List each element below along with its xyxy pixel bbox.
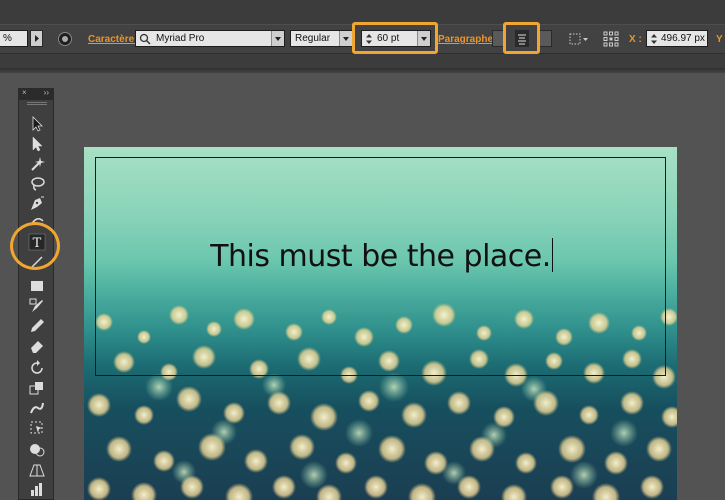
eraser-tool[interactable] (28, 337, 46, 355)
magic-wand-icon (31, 157, 45, 171)
transform-panel-button[interactable] (569, 32, 589, 46)
opacity-arrow-button[interactable] (30, 30, 43, 47)
reference-point-icon[interactable] (603, 31, 619, 47)
align-center-highlight (503, 22, 540, 54)
recolor-artwork-icon[interactable] (58, 32, 72, 46)
direct-selection-tool[interactable] (28, 135, 46, 153)
x-position-value: 496.97 px (661, 33, 705, 44)
direct-selection-arrow-icon (32, 136, 43, 152)
stepper-icon[interactable] (649, 32, 659, 46)
pencil-tool[interactable] (28, 317, 46, 335)
rectangle-tool[interactable] (28, 277, 46, 295)
headline-text[interactable]: This must be the place. (210, 239, 551, 274)
scale-tool[interactable] (28, 379, 46, 397)
paragraph-label[interactable]: Paragraphe : (438, 34, 499, 45)
tools-panel-grip[interactable] (27, 102, 47, 105)
font-style-field[interactable]: Regular (290, 30, 353, 47)
paintbrush-tool[interactable] (28, 297, 46, 315)
type-tool-highlight (10, 222, 60, 270)
shape-builder-icon (30, 444, 45, 457)
font-style-value: Regular (295, 33, 331, 44)
headline-text-container[interactable]: This must be the place. (96, 238, 667, 274)
pencil-icon (31, 319, 44, 332)
opacity-field[interactable]: % (0, 30, 28, 47)
triangle-right-icon (35, 35, 39, 42)
artboard[interactable]: This must be the place. (84, 147, 677, 500)
close-icon[interactable]: × (22, 88, 27, 97)
perspective-grid-icon (29, 464, 45, 477)
align-right-button[interactable] (538, 30, 552, 47)
warp-tool[interactable] (28, 399, 46, 417)
y-label: Y : (716, 34, 725, 45)
text-cursor (551, 238, 553, 272)
free-transform-tool[interactable] (28, 419, 46, 437)
rectangle-icon (31, 281, 43, 291)
lasso-icon (31, 177, 45, 191)
bar-graph-icon (31, 483, 42, 496)
x-label: X : (629, 34, 642, 45)
font-family-value: Myriad Pro (156, 33, 205, 44)
font-size-highlight (352, 22, 438, 54)
rotate-tool[interactable] (28, 359, 46, 377)
scale-icon (29, 382, 43, 395)
control-bar-divider (0, 68, 725, 73)
lasso-tool[interactable] (28, 175, 46, 193)
illustrator-window: % Caractère : Myriad Pro Regular 60 pt P… (0, 0, 725, 500)
selection-tool[interactable] (28, 115, 46, 133)
selection-arrow-icon (32, 116, 43, 132)
paintbrush-icon (29, 298, 43, 312)
chevron-down-icon[interactable] (339, 31, 352, 46)
pen-nib-icon (31, 196, 44, 210)
search-icon (139, 33, 151, 45)
magic-wand-tool[interactable] (28, 155, 46, 173)
transform-grid-icon (569, 33, 588, 45)
shape-builder-tool[interactable] (28, 441, 46, 459)
tools-panel-header: × ›› (19, 88, 53, 100)
collapse-icon[interactable]: ›› (44, 88, 49, 97)
x-position-field[interactable]: 496.97 px (646, 30, 708, 47)
tools-panel: × ›› T (18, 88, 54, 500)
reference-point-grid-icon (603, 31, 619, 47)
free-transform-icon (30, 421, 43, 434)
opacity-value: % (3, 33, 12, 44)
text-frame[interactable]: This must be the place. (95, 157, 666, 376)
perspective-grid-tool[interactable] (28, 461, 46, 479)
graph-tool[interactable] (28, 481, 46, 499)
font-family-field[interactable]: Myriad Pro (135, 30, 285, 47)
rotate-icon (31, 360, 43, 374)
character-label[interactable]: Caractère : (88, 34, 140, 45)
warp-icon (30, 402, 44, 414)
pen-tool[interactable] (28, 195, 46, 213)
eraser-icon (31, 341, 43, 353)
chevron-down-icon[interactable] (271, 31, 284, 46)
